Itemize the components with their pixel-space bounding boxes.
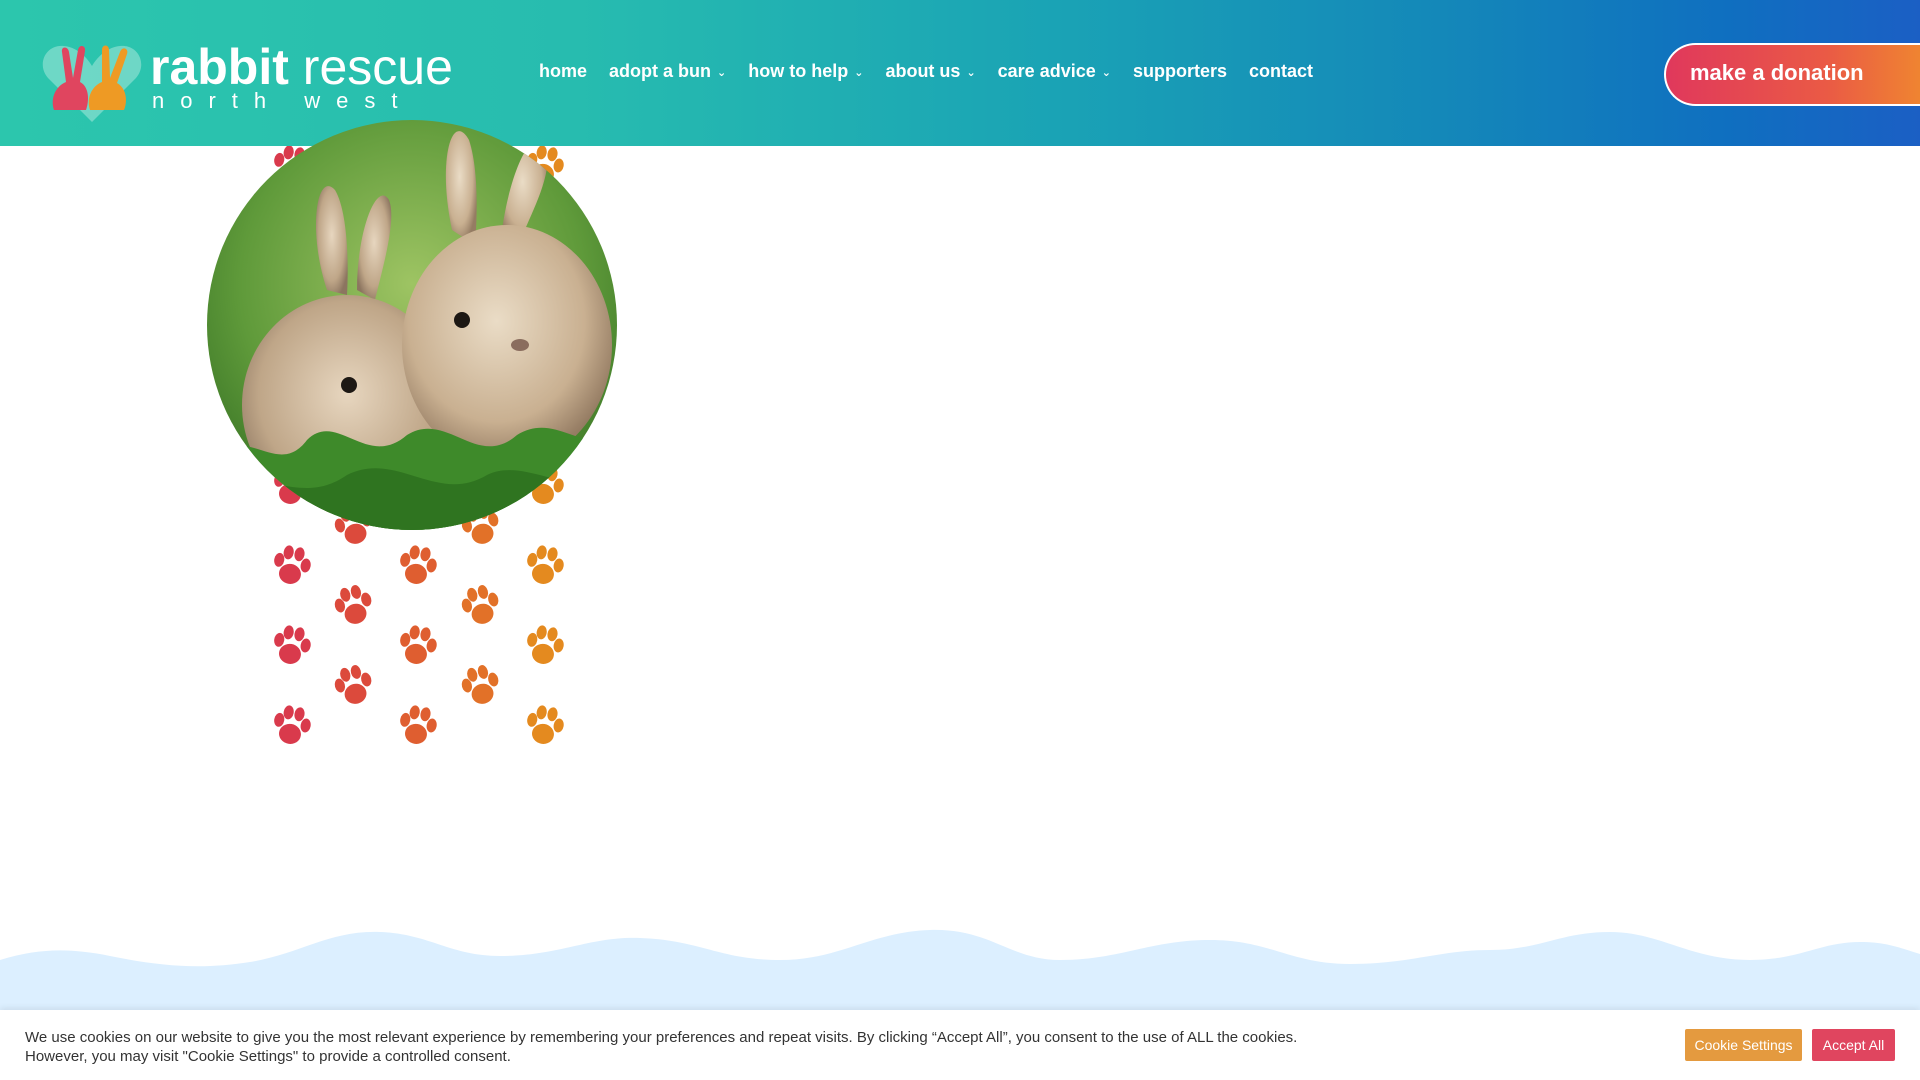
main-nav: home adopt a bun ⌄ how to help ⌄ about us ⌄… <box>539 56 1313 86</box>
paw-print-icon <box>274 545 311 584</box>
rabbits-logo-icon <box>42 45 142 122</box>
paw-print-icon <box>274 705 311 744</box>
paw-print-icon <box>527 705 564 744</box>
paw-print-icon <box>274 625 311 664</box>
nav-item-about-us[interactable]: about us ⌄ <box>885 61 975 82</box>
cookie-message: We use cookies on our website to give yo… <box>25 1028 1385 1066</box>
site-header: rabbit rescue north west home adopt a bu… <box>0 0 1920 146</box>
logo-subtitle: north west <box>152 88 414 113</box>
nav-item-adopt-a-bun[interactable]: adopt a bun ⌄ <box>609 61 726 82</box>
paw-print-icon <box>400 545 437 584</box>
site-logo[interactable]: rabbit rescue north west <box>40 38 460 124</box>
chevron-down-icon: ⌄ <box>966 66 976 79</box>
rabbits-photo <box>207 120 617 530</box>
nav-item-supporters[interactable]: supporters <box>1133 61 1227 82</box>
chevron-down-icon: ⌄ <box>854 66 864 79</box>
donate-button[interactable]: make a donation <box>1664 43 1920 106</box>
paw-print-icon <box>334 665 372 704</box>
paw-print-icon <box>334 585 372 624</box>
rabbits-image <box>207 120 617 530</box>
cookie-settings-button[interactable]: Cookie Settings <box>1685 1029 1802 1061</box>
footer-wave <box>0 929 1920 1010</box>
paw-print-icon <box>527 545 564 584</box>
paw-print-icon <box>461 665 499 704</box>
paw-print-icon <box>400 705 437 744</box>
nav-item-contact[interactable]: contact <box>1249 61 1313 82</box>
nav-item-how-to-help[interactable]: how to help ⌄ <box>748 61 863 82</box>
paw-print-icon <box>527 625 564 664</box>
chevron-down-icon: ⌄ <box>717 66 727 79</box>
nav-item-care-advice[interactable]: care advice ⌄ <box>998 61 1111 82</box>
donate-button-label: make a donation <box>1690 60 1864 85</box>
paw-print-icon <box>400 625 437 664</box>
accept-all-button[interactable]: Accept All <box>1812 1029 1895 1061</box>
nav-item-home[interactable]: home <box>539 61 587 82</box>
chevron-down-icon: ⌄ <box>1101 66 1111 79</box>
cookie-message-line-2: However, you may visit "Cookie Settings"… <box>25 1048 511 1065</box>
cookie-banner: We use cookies on our website to give yo… <box>0 1010 1920 1080</box>
paw-print-icon <box>461 585 499 624</box>
cookie-message-line-1: We use cookies on our website to give yo… <box>25 1029 1298 1046</box>
